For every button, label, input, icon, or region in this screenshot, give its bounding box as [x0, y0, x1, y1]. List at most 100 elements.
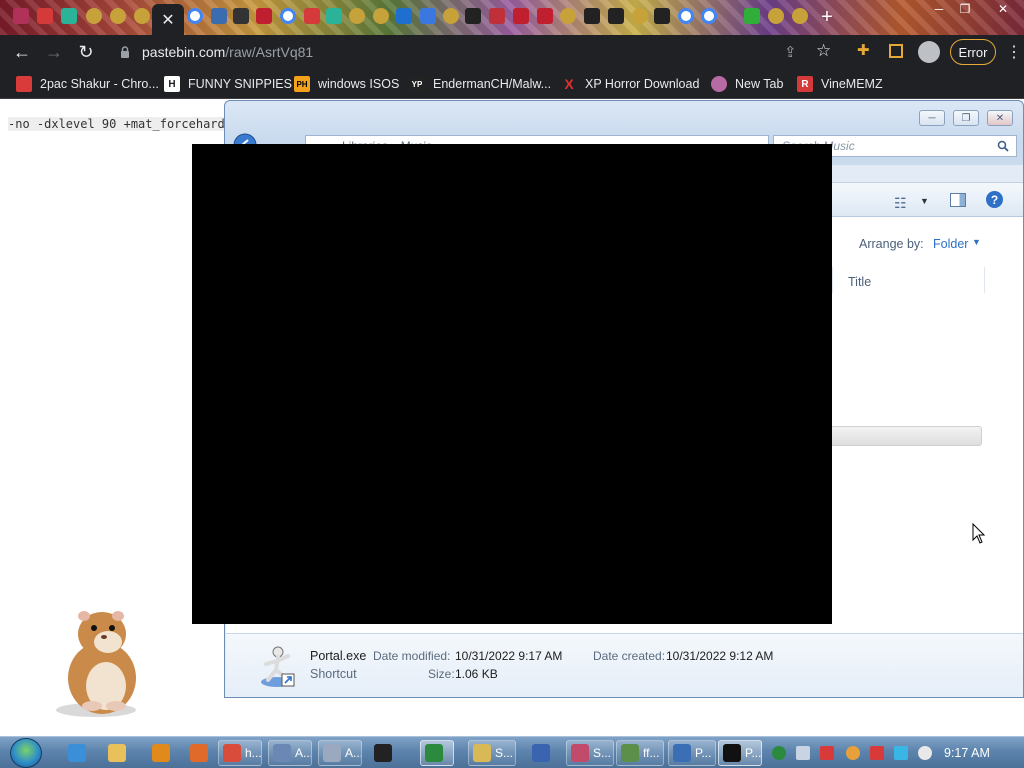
- gold-coin-icon[interactable]: [443, 8, 459, 24]
- preview-pane-icon[interactable]: [950, 193, 966, 207]
- gold-coin-icon[interactable]: [768, 8, 784, 24]
- v-icon[interactable]: [211, 8, 227, 24]
- flower-icon[interactable]: [13, 8, 29, 24]
- ipc-icon[interactable]: [584, 8, 600, 24]
- ph-icon: PH: [294, 76, 310, 92]
- vine-icon[interactable]: [326, 8, 342, 24]
- green-arrow-icon[interactable]: [744, 8, 760, 24]
- vine-icon[interactable]: [61, 8, 77, 24]
- taskbar-item[interactable]: S...: [566, 740, 614, 766]
- lock-icon[interactable]: [120, 46, 130, 58]
- gold-coin-icon[interactable]: [560, 8, 576, 24]
- new-tab-button[interactable]: +: [816, 6, 838, 28]
- bookmark-item[interactable]: PH windows ISOS: [294, 75, 399, 93]
- taskbar-item[interactable]: P...: [718, 740, 762, 766]
- side-panel-icon[interactable]: [889, 44, 903, 58]
- close-window-button[interactable]: ✕: [990, 0, 1016, 18]
- taskbar-item[interactable]: [64, 740, 88, 766]
- taskbar-item[interactable]: [420, 740, 454, 766]
- url-text[interactable]: pastebin.com/raw/AsrtVq81: [142, 44, 313, 60]
- red-app-icon[interactable]: [37, 8, 53, 24]
- mcafee-icon[interactable]: [537, 8, 553, 24]
- mcafee-icon[interactable]: [256, 8, 272, 24]
- speaker-tray-icon[interactable]: [918, 746, 932, 760]
- search-icon[interactable]: [997, 140, 1009, 152]
- help-icon[interactable]: ?: [986, 191, 1003, 208]
- gold-coin-icon[interactable]: [134, 8, 150, 24]
- arrange-by-dropdown[interactable]: Folder: [933, 237, 968, 251]
- red-app-icon[interactable]: [489, 8, 505, 24]
- close-tab-icon[interactable]: ✕: [161, 10, 174, 30]
- forward-button[interactable]: →: [42, 40, 66, 64]
- minimize-button[interactable]: ─: [926, 0, 952, 18]
- bookmark-item[interactable]: X XP Horror Download: [561, 75, 699, 93]
- google-icon[interactable]: [701, 8, 717, 24]
- profile-avatar[interactable]: [918, 41, 940, 63]
- bookmark-star-icon[interactable]: ☆: [816, 41, 831, 61]
- skull-icon[interactable]: [465, 8, 481, 24]
- taskbar-item-label: P...: [695, 746, 712, 760]
- gold-coin-icon[interactable]: [349, 8, 365, 24]
- ipc-icon[interactable]: [608, 8, 624, 24]
- address-bar[interactable]: pastebin.com/raw/AsrtVq81 ⇪ ☆: [108, 38, 844, 66]
- monitor-tray-icon[interactable]: [894, 746, 908, 760]
- taskbar-item[interactable]: ff...: [616, 740, 664, 766]
- network-tray-icon[interactable]: [796, 746, 810, 760]
- share-icon[interactable]: ⇪: [784, 43, 797, 61]
- chevron-down-icon[interactable]: ▼: [972, 237, 981, 247]
- arc-icon[interactable]: [420, 8, 436, 24]
- gold-coin-icon[interactable]: [373, 8, 389, 24]
- start-button[interactable]: [10, 738, 42, 768]
- explorer-maximize-button[interactable]: ❐: [953, 110, 979, 126]
- bookmark-item[interactable]: H FUNNY SNIPPIES: [164, 75, 292, 93]
- gold-coin-icon[interactable]: [632, 8, 648, 24]
- flag-tray-icon[interactable]: [870, 746, 884, 760]
- search-tray-icon[interactable]: [846, 746, 860, 760]
- taskbar-item[interactable]: [528, 740, 554, 766]
- reload-button[interactable]: ↻: [74, 40, 98, 64]
- chrome-menu-icon[interactable]: ⋮: [1006, 42, 1022, 62]
- gold-coin-icon[interactable]: [110, 8, 126, 24]
- taskbar-item[interactable]: [370, 740, 400, 766]
- taskbar-item[interactable]: h...: [218, 740, 262, 766]
- gold-coin-icon[interactable]: [86, 8, 102, 24]
- taskbar-item[interactable]: A...: [268, 740, 312, 766]
- red-app-icon[interactable]: [304, 8, 320, 24]
- explorer-minimize-button[interactable]: ─: [919, 110, 945, 126]
- taskbar-item[interactable]: [186, 740, 210, 766]
- black-overlay-window[interactable]: [192, 144, 832, 624]
- taskbar-item[interactable]: [148, 740, 172, 766]
- column-header-title[interactable]: Title: [840, 267, 985, 293]
- bookmark-item[interactable]: R VineMEMZ: [797, 75, 883, 93]
- bookmark-item[interactable]: 2pac Shakur - Chro...: [16, 75, 159, 93]
- taskbar-item[interactable]: [104, 740, 128, 766]
- bookmark-item[interactable]: YP EndermanCH/Malw...: [409, 75, 551, 93]
- google-icon[interactable]: [187, 8, 203, 24]
- horizontal-scrollbar[interactable]: [826, 426, 982, 446]
- globe-tray-icon[interactable]: [772, 746, 786, 760]
- error-button[interactable]: Error: [950, 39, 996, 65]
- s-blue-icon[interactable]: [396, 8, 412, 24]
- google-icon[interactable]: [280, 8, 296, 24]
- clock[interactable]: 9:17 AM: [944, 746, 990, 760]
- maximize-button[interactable]: ❐: [952, 0, 978, 18]
- explorer-close-button[interactable]: ✕: [987, 110, 1013, 126]
- flappy-icon[interactable]: [233, 8, 249, 24]
- gold-coin-icon[interactable]: [792, 8, 808, 24]
- taskbar-item[interactable]: P...: [668, 740, 716, 766]
- taskbar-item[interactable]: S...: [468, 740, 516, 766]
- mcafee-icon[interactable]: [513, 8, 529, 24]
- window-app-icon: [323, 744, 341, 762]
- change-view-icon[interactable]: ☷: [894, 195, 907, 212]
- chevron-down-icon[interactable]: ▼: [920, 196, 929, 206]
- pastebin-raw-text[interactable]: -no -dxlevel 90 +mat_forcehardw: [8, 117, 224, 131]
- taskbar-item[interactable]: A...: [318, 740, 362, 766]
- arrange-by-label: Arrange by:: [859, 237, 924, 251]
- s-box-icon[interactable]: [654, 8, 670, 24]
- active-tab[interactable]: ✕: [152, 4, 184, 35]
- back-button[interactable]: ←: [10, 40, 34, 64]
- v-tray-icon[interactable]: [820, 746, 834, 760]
- google-icon[interactable]: [678, 8, 694, 24]
- bookmark-item[interactable]: New Tab: [711, 75, 783, 93]
- extensions-icon[interactable]: ✚: [857, 41, 870, 59]
